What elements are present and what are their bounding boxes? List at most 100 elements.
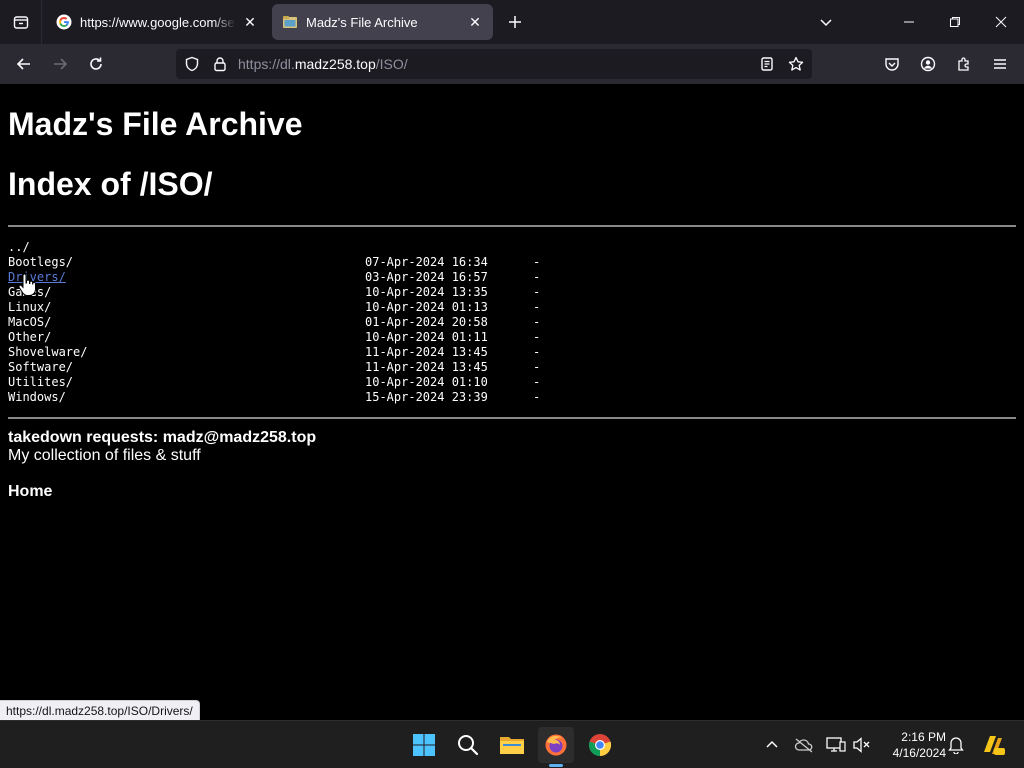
entry-size: - [533,315,541,329]
entry-link[interactable]: Linux/ [8,300,51,315]
search-button[interactable] [450,727,486,763]
url-path: /ISO/ [375,56,408,72]
menu-button[interactable] [986,50,1014,78]
entry-size: - [533,360,541,374]
entry-date: 07-Apr-2024 16:34 [365,255,488,269]
entry-date: 10-Apr-2024 01:13 [365,300,488,314]
page-content: Madz's File Archive Index of /ISO/ ../ B… [0,84,1024,720]
chrome-icon [588,734,612,757]
entry-size: - [533,330,541,344]
tab-google-search[interactable]: https://www.google.com/search ✕ [46,4,268,40]
folder-favicon [283,16,297,28]
url-prefix: https://dl. [238,56,295,72]
tab-file-archive[interactable]: Madz's File Archive ✕ [272,4,493,40]
entry-size: - [533,255,541,269]
home-link[interactable]: Home [8,483,52,501]
plus-icon [509,16,521,28]
windows-taskbar: 2:16 PM 4/16/2024 [0,720,1024,768]
navigation-toolbar: https://dl.madz258.top/ISO/ [0,44,1024,84]
folder-icon [500,737,524,754]
entry-date: 03-Apr-2024 16:57 [365,270,488,284]
back-button[interactable] [10,50,38,78]
firefox-button[interactable] [538,727,574,763]
restore-icon [950,17,960,27]
minimize-button[interactable] [886,0,932,44]
url-host: madz258.top [294,56,376,72]
entry-link[interactable]: Bootlegs/ [8,255,73,270]
divider [8,225,1016,227]
windows-logo-icon [413,734,435,756]
list-all-tabs-button[interactable] [803,0,849,44]
network-tray-icon[interactable] [826,735,846,755]
file-explorer-button[interactable] [494,727,530,763]
restore-button[interactable] [932,0,978,44]
reload-button[interactable] [82,50,110,78]
search-icon [458,735,479,756]
arrow-left-icon [16,58,30,70]
copilot-icon[interactable] [980,732,1006,758]
notifications-button[interactable] [946,735,966,755]
volume-muted-tray-icon[interactable] [852,735,872,755]
takedown-notice: takedown requests: madz@madz258.top [8,429,317,446]
link-status-bar: https://dl.madz258.top/ISO/Drivers/ [0,700,200,720]
clock-time: 2:16 PM [901,730,946,744]
entry-size: - [533,345,541,359]
start-button[interactable] [406,727,442,763]
entry-date: 10-Apr-2024 01:11 [365,330,488,344]
google-icon [56,14,72,30]
entry-size: - [533,390,541,404]
entry-date: 11-Apr-2024 13:45 [365,345,488,359]
lock-icon[interactable] [210,54,230,74]
hand-cursor-icon [18,273,36,296]
extensions-button[interactable] [950,50,978,78]
divider [8,417,1016,419]
url-text[interactable]: https://dl.madz258.top/ISO/ [238,56,408,72]
tab-title: Madz's File Archive [306,14,418,30]
close-window-button[interactable] [978,0,1024,44]
entry-link[interactable]: Shovelware/ [8,345,87,360]
arrow-right-icon [54,58,68,70]
tab-list-icon [13,16,28,29]
entry-date: 11-Apr-2024 13:45 [365,360,488,374]
forward-button[interactable] [46,50,74,78]
entry-date: 15-Apr-2024 23:39 [365,390,488,404]
bookmark-star-icon[interactable] [786,54,806,74]
address-bar[interactable]: https://dl.madz258.top/ISO/ [176,49,812,79]
site-title: Madz's File Archive [8,106,303,142]
parent-directory-link[interactable]: ../ [8,240,30,255]
new-tab-button[interactable] [503,10,527,34]
show-hidden-icons-button[interactable] [762,735,782,755]
index-title: Index of /ISO/ [8,166,213,202]
tab-bar: https://www.google.com/search ✕ Madz's F… [0,0,1024,44]
entry-link[interactable]: MacOS/ [8,315,51,330]
bell-icon [948,737,964,754]
pocket-icon [885,58,899,71]
reader-view-icon[interactable] [757,54,777,74]
pocket-button[interactable] [878,50,906,78]
close-tab-icon[interactable]: ✕ [467,14,483,30]
account-button[interactable] [914,50,942,78]
shield-icon[interactable] [182,54,202,74]
puzzle-icon [958,57,969,71]
tab-overview-button[interactable] [0,0,42,44]
firefox-icon [545,734,567,756]
entry-link[interactable]: Utilites/ [8,375,73,390]
account-icon [920,56,936,72]
entry-link-hovered[interactable]: Drivers/ [8,270,66,285]
entry-size: - [533,300,541,314]
taskbar-clock[interactable]: 2:16 PM 4/16/2024 [880,729,946,761]
entry-date: 10-Apr-2024 01:10 [365,375,488,389]
active-app-indicator [549,764,563,767]
entry-size: - [533,285,541,299]
site-description: My collection of files & stuff [8,447,201,464]
entry-date: 10-Apr-2024 13:35 [365,285,488,299]
close-tab-icon[interactable]: ✕ [242,14,258,30]
entry-link[interactable]: Software/ [8,360,73,375]
onedrive-tray-icon[interactable] [794,735,814,755]
clock-date: 4/16/2024 [892,746,946,760]
entry-link[interactable]: Other/ [8,330,51,345]
chrome-button[interactable] [582,727,618,763]
entry-link[interactable]: Windows/ [8,390,66,405]
entry-date: 01-Apr-2024 20:58 [365,315,488,329]
minimize-icon [904,21,914,23]
